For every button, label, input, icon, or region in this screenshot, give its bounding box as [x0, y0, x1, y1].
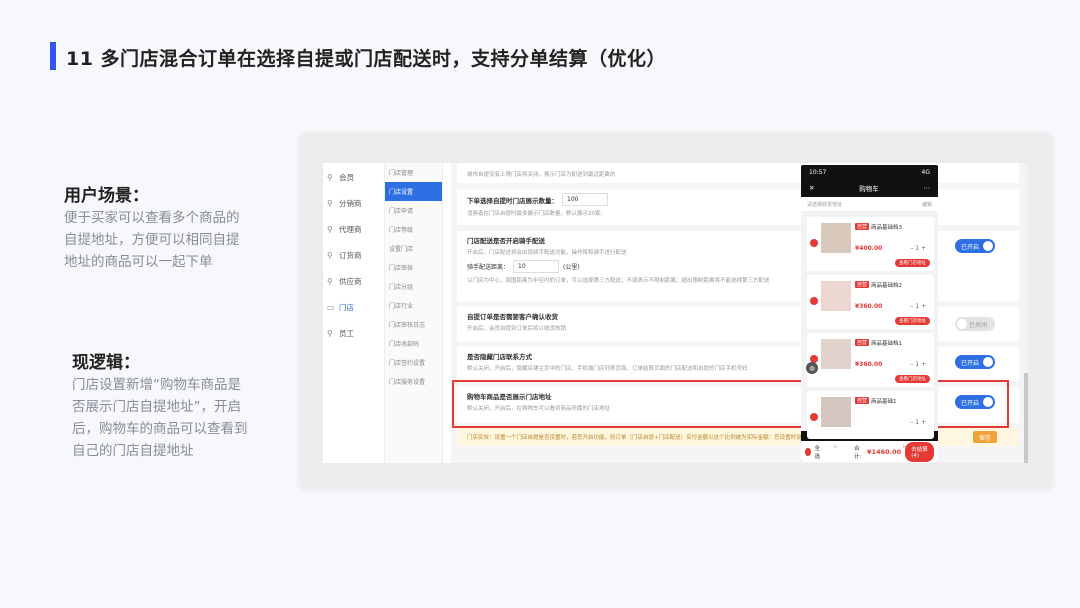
scenario-body: 便于买家可以查看多个商品的自提地址，方便可以相同自提地址的商品可以一起下单: [64, 210, 240, 270]
phone-signal: 4G: [921, 168, 930, 176]
cart-body: 请选择收货地址 编辑 自营 商品基础档3 ¥400.00 – 1 + 查看门店地…: [801, 197, 938, 462]
share-icon: ⚲: [327, 198, 333, 208]
item-name: 商品基础档2: [871, 283, 902, 289]
view-store-address-button[interactable]: 查看门店地址: [895, 375, 930, 383]
sub-nav-item[interactable]: 门店审核: [385, 258, 442, 277]
sub-nav-item[interactable]: 门店签约设置: [385, 353, 442, 372]
item-qty: 1: [915, 303, 920, 310]
check-icon[interactable]: [810, 413, 818, 421]
phone-header: ✕ 购物车 ⋯: [801, 179, 938, 197]
nav-label: 订货商: [339, 250, 362, 260]
nav-item-distributor[interactable]: ⚲ 分销商: [323, 191, 384, 215]
store-icon: ▭: [327, 302, 335, 312]
sub-nav-item[interactable]: 门店审核日志: [385, 315, 442, 334]
forward-icon[interactable]: ›: [902, 442, 906, 452]
view-store-address-button[interactable]: 查看门店地址: [895, 317, 930, 325]
item-tag: 自营: [855, 281, 870, 288]
quantity-stepper[interactable]: – 1 +: [910, 419, 926, 426]
pickup-count-input[interactable]: 100: [562, 193, 608, 206]
back-icon[interactable]: ‹: [833, 442, 837, 452]
scrollbar-thumb[interactable]: [1024, 373, 1028, 463]
nav-label: 会员: [339, 172, 354, 182]
logic-body: 门店设置新增“购物车商品是否展示门店自提地址”，开启后，购物车的商品可以查看到自…: [72, 377, 248, 459]
check-icon[interactable]: [810, 239, 818, 247]
logic-heading: 现逻辑：: [72, 353, 140, 373]
card-title: 下单选择自提时门店展示数量：: [467, 196, 558, 205]
address-bar[interactable]: 请选择收货地址 编辑: [801, 197, 938, 211]
hide-contact-toggle[interactable]: 已开启: [955, 355, 995, 369]
order-icon: ⚲: [327, 250, 333, 260]
sub-nav-item[interactable]: 门店分组: [385, 277, 442, 296]
agent-icon: ⚲: [327, 224, 333, 234]
nav-item-staff[interactable]: ⚲ 员工: [323, 321, 384, 345]
nav-item-supplier[interactable]: ⚲ 供应商: [323, 269, 384, 293]
sub-nav-item[interactable]: 门店收款码: [385, 334, 442, 353]
slide-title: 11 多门店混合订单在选择自提或门店配送时，支持分单结算（优化）: [66, 48, 667, 70]
phone-status-bar: 10:57 4G: [801, 165, 938, 179]
product-thumbnail: [821, 223, 851, 253]
item-qty: 1: [915, 419, 920, 426]
scenario-heading: 用户场景：: [64, 186, 149, 206]
item-qty: 1: [915, 245, 920, 252]
item-tag: 自营: [855, 339, 870, 346]
cart-item[interactable]: 自营 商品基础档2 ¥360.00 – 1 + 查看门店地址: [807, 275, 934, 329]
sub-nav-item[interactable]: 门店行业: [385, 296, 442, 315]
sub-nav-item[interactable]: 门店等级: [385, 220, 442, 239]
range-unit: (公里): [563, 264, 580, 271]
phone-title: 购物车: [859, 185, 879, 193]
product-thumbnail: [821, 339, 851, 369]
range-input[interactable]: 10: [513, 260, 560, 273]
close-icon[interactable]: ✕: [809, 184, 814, 192]
item-name: 商品基础档3: [871, 225, 902, 231]
item-name: 商品基础档1: [871, 341, 902, 347]
item-name: 商品基础1: [871, 399, 897, 405]
sub-nav-item[interactable]: 门店申请: [385, 201, 442, 220]
nav-label: 代理商: [339, 224, 362, 234]
phone-mockup: 10:57 4G ✕ 购物车 ⋯ 请选择收货地址 编辑 自营 商品基础档3 ¥4…: [801, 165, 938, 462]
nav-label: 分销商: [339, 198, 362, 208]
check-icon[interactable]: [810, 297, 818, 305]
nav-label: 供应商: [339, 276, 362, 286]
confirm-receipt-toggle[interactable]: 已关闭: [955, 317, 995, 331]
floating-icon[interactable]: ◍: [806, 362, 818, 374]
rider-delivery-toggle[interactable]: 已开启: [955, 239, 995, 253]
view-store-address-button[interactable]: 查看门店地址: [895, 259, 930, 267]
nav-item-ordering[interactable]: ⚲ 订货商: [323, 243, 384, 267]
product-thumbnail: [821, 397, 851, 427]
item-tag: 自营: [855, 223, 870, 230]
sub-nav: 门店管理 门店设置 门店申请 门店等级 设置门店 门店审核 门店分组 门店行业 …: [385, 163, 443, 463]
quantity-stepper[interactable]: – 1 +: [910, 245, 926, 252]
quantity-stepper[interactable]: – 1 +: [910, 303, 926, 310]
sub-nav-item[interactable]: 设置门店: [385, 239, 442, 258]
item-qty: 1: [915, 361, 920, 368]
sub-nav-item[interactable]: 门店管理: [385, 163, 442, 182]
item-price: ¥360.00: [855, 303, 883, 310]
item-price: ¥400.00: [855, 245, 883, 252]
save-button[interactable]: 保存: [973, 431, 997, 443]
more-icon[interactable]: ⋯: [923, 184, 930, 192]
left-nav: ⚲ 会员 ⚲ 分销商 ⚲ 代理商 ⚲ 订货商 ⚲ 供应商 ▭ 门店 ⚲ 员工: [323, 163, 385, 463]
product-thumbnail: [821, 281, 851, 311]
supplier-icon: ⚲: [327, 276, 333, 286]
range-label: 骑手配送距离：: [467, 264, 510, 271]
nav-label: 员工: [339, 328, 354, 338]
staff-icon: ⚲: [327, 328, 333, 338]
cart-item[interactable]: 自营 商品基础档3 ¥400.00 – 1 + 查看门店地址: [807, 217, 934, 271]
address-hint: 请选择收货地址: [807, 201, 843, 208]
nav-label: 门店: [339, 302, 354, 312]
title-accent-bar: [50, 42, 56, 70]
quantity-stepper[interactable]: – 1 +: [910, 361, 926, 368]
cart-item[interactable]: 自营 商品基础档1 ¥360.00 – 1 + 查看门店地址: [807, 333, 934, 387]
nav-item-store[interactable]: ▭ 门店: [323, 295, 384, 319]
nav-item-agent[interactable]: ⚲ 代理商: [323, 217, 384, 241]
edit-link[interactable]: 编辑: [922, 201, 932, 208]
sub-nav-item[interactable]: 门店服务设置: [385, 372, 442, 391]
user-icon: ⚲: [327, 172, 333, 182]
item-price: ¥360.00: [855, 361, 883, 368]
item-tag: 自营: [855, 397, 870, 404]
nav-item-member[interactable]: ⚲ 会员: [323, 165, 384, 189]
sub-nav-item-store-settings[interactable]: 门店设置: [385, 182, 442, 201]
phone-time: 10:57: [809, 168, 827, 176]
phone-nav-bar: ‹ ›: [801, 431, 938, 462]
